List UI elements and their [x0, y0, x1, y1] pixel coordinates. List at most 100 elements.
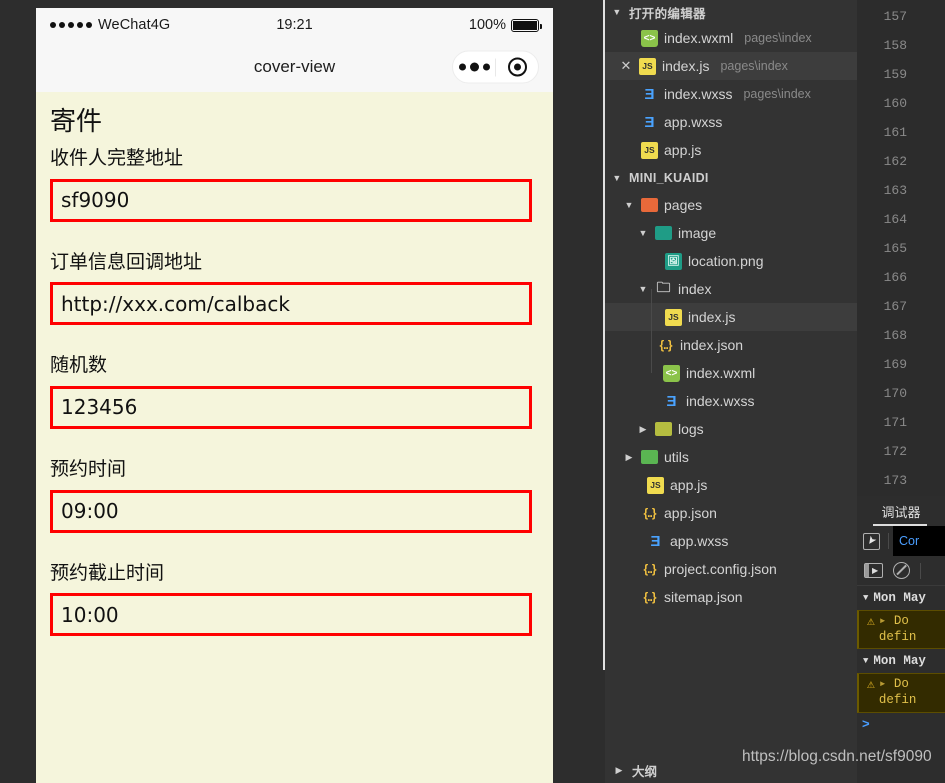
tree-row-app-json[interactable]: {..} app.json — [605, 499, 857, 527]
log-group-header[interactable]: ▼ Mon May — [857, 649, 945, 674]
chevron-down-icon[interactable]: ▼ — [637, 284, 649, 294]
tree-row-utils[interactable]: ▶ utils — [605, 443, 857, 471]
file-name: index.js — [662, 58, 710, 74]
warning-line-1: Do — [893, 677, 909, 692]
random-number-input[interactable] — [50, 385, 532, 429]
tree-row-app-js[interactable]: JS app.js — [605, 471, 857, 499]
line-number: 159 — [883, 67, 907, 82]
expand-caret-icon[interactable]: ▸ — [879, 614, 887, 628]
open-editor-row-app-js[interactable]: JS app.js — [605, 136, 857, 164]
file-name: app.js — [664, 142, 702, 158]
chevron-down-icon: ▼ — [863, 656, 869, 667]
line-number: 163 — [883, 183, 907, 198]
tree-row-logs[interactable]: ▶ logs — [605, 415, 857, 443]
chevron-down-icon[interactable]: ▼ — [623, 200, 635, 210]
js-file-icon: JS — [639, 57, 656, 75]
form-heading: 寄件 — [50, 107, 103, 137]
close-icon[interactable]: ✕ — [619, 58, 633, 74]
close-target-icon[interactable] — [496, 57, 538, 77]
tree-row-index-wxss[interactable]: Ǝ index.wxss — [605, 387, 857, 415]
chevron-right-icon[interactable]: ▶ — [623, 452, 635, 463]
warning-line-2: defin — [878, 692, 917, 707]
field-label-3: 预约时间 — [50, 457, 127, 480]
folder-orange-icon — [641, 198, 658, 212]
wxss-file-icon: Ǝ — [666, 392, 677, 410]
tree-row-image[interactable]: ▼ image — [605, 219, 857, 247]
editor-and-debugger-panel: 157 158 159 160 161 162 163 164 165 166 … — [857, 0, 945, 783]
appointment-time-input[interactable] — [50, 489, 532, 533]
tree-row-index-js[interactable]: JS index.js — [605, 303, 857, 331]
tree-row-pages[interactable]: ▼ pages — [605, 191, 857, 219]
debugger-panel: 调试器 Cor ▼ Mon May ⚠ — [857, 496, 945, 783]
chevron-right-icon: ▶ — [615, 764, 623, 775]
folder-olive-icon — [655, 422, 672, 436]
tree-row-project-config-json[interactable]: {..} project.config.json — [605, 555, 857, 583]
line-number: 165 — [883, 241, 907, 256]
open-editor-row-app-wxss[interactable]: Ǝ app.wxss — [605, 108, 857, 136]
line-number: 157 — [883, 9, 907, 24]
tree-row-index-folder[interactable]: ▼ 🗀 index — [605, 275, 857, 303]
line-number: 172 — [883, 444, 907, 459]
console-warning-message[interactable]: ⚠ ▸ Do defin — [857, 610, 945, 650]
wxss-file-icon: Ǝ — [644, 85, 655, 103]
file-name: index.json — [680, 337, 744, 353]
line-number: 173 — [883, 473, 907, 488]
battery-icon — [511, 18, 542, 32]
tree-guide-line — [651, 289, 652, 373]
tree-row-sitemap-json[interactable]: {..} sitemap.json — [605, 583, 857, 611]
inspect-element-icon[interactable] — [863, 532, 880, 550]
console-warning-message[interactable]: ⚠ ▸ Do defin — [857, 673, 945, 713]
app-window: WeChat4G 19:21 100% cover-view 寄件 收件人完整地… — [0, 0, 945, 783]
chevron-down-icon: ▼ — [612, 172, 622, 183]
tree-row-index-wxml[interactable]: <> index.wxml — [605, 359, 857, 387]
warning-text: ▸ Do defin — [879, 614, 917, 645]
file-name: index.js — [688, 309, 736, 325]
field-label-0: 收件人完整地址 — [50, 146, 184, 169]
page-title: cover-view — [253, 57, 336, 76]
editor-line-number-gutter: 157 158 159 160 161 162 163 164 165 166 … — [857, 0, 945, 496]
tree-row-index-json[interactable]: {..} index.json — [605, 331, 857, 359]
debugger-tab-label[interactable]: 调试器 — [881, 502, 920, 521]
callback-url-input[interactable] — [50, 282, 532, 326]
battery-percent-label: 100% — [468, 17, 506, 33]
open-editor-row-index-js[interactable]: ✕ JS index.js pages\index — [605, 52, 857, 80]
open-editor-row-index-wxml[interactable]: <> index.wxml pages\index — [605, 24, 857, 52]
toggle-sidebar-icon[interactable] — [864, 563, 883, 578]
tree-row-location-png[interactable]: 🖼 location.png — [605, 247, 857, 275]
file-path: pages\index — [744, 31, 812, 45]
open-editor-row-index-wxss[interactable]: Ǝ index.wxss pages\index — [605, 80, 857, 108]
project-section-header[interactable]: ▼ MINI_KUAIDI — [605, 164, 857, 191]
log-group-timestamp: Mon May — [873, 654, 926, 669]
image-file-icon: 🖼 — [665, 252, 682, 270]
tree-row-app-wxss[interactable]: Ǝ app.wxss — [605, 527, 857, 555]
debugger-tab-bar[interactable]: 调试器 — [857, 496, 945, 526]
tab-console[interactable]: Cor — [893, 526, 945, 556]
warning-line-1: Do — [893, 614, 909, 628]
mini-program-page: 寄件 收件人完整地址 订单信息回调地址 随机数 预约时间 预约截止时间 — [36, 92, 553, 783]
file-name: project.config.json — [664, 561, 777, 577]
phone-device-frame: WeChat4G 19:21 100% cover-view 寄件 收件人完整地… — [36, 8, 553, 783]
more-menu-icon[interactable] — [453, 62, 495, 72]
chevron-right-icon[interactable]: ▶ — [637, 424, 649, 435]
file-name: index.wxss — [664, 86, 733, 102]
outline-section-header[interactable]: ▶ 大纲 — [605, 757, 857, 783]
line-number: 168 — [883, 328, 907, 343]
wxss-file-icon: Ǝ — [644, 113, 655, 131]
line-number: 162 — [883, 154, 907, 169]
file-path: pages\index — [720, 59, 788, 73]
wechat-capsule-button[interactable] — [452, 50, 539, 84]
warning-line-2: defin — [878, 629, 917, 644]
clear-console-icon[interactable] — [893, 562, 910, 579]
line-number: 158 — [883, 38, 907, 53]
expand-caret-icon[interactable]: ▸ — [879, 677, 887, 691]
console-input-prompt[interactable]: > — [857, 713, 945, 735]
log-group-header[interactable]: ▼ Mon May — [857, 586, 945, 610]
wxss-file-icon: Ǝ — [650, 532, 661, 550]
recipient-address-input[interactable] — [50, 178, 532, 222]
field-label-1: 订单信息回调地址 — [50, 250, 203, 273]
chevron-down-icon[interactable]: ▼ — [637, 228, 649, 238]
appointment-deadline-input[interactable] — [50, 593, 532, 637]
open-editors-section-header[interactable]: ▼ 打开的编辑器 — [605, 0, 857, 24]
line-number: 171 — [883, 415, 907, 430]
folder-plain-icon: 🗀 — [656, 279, 671, 295]
